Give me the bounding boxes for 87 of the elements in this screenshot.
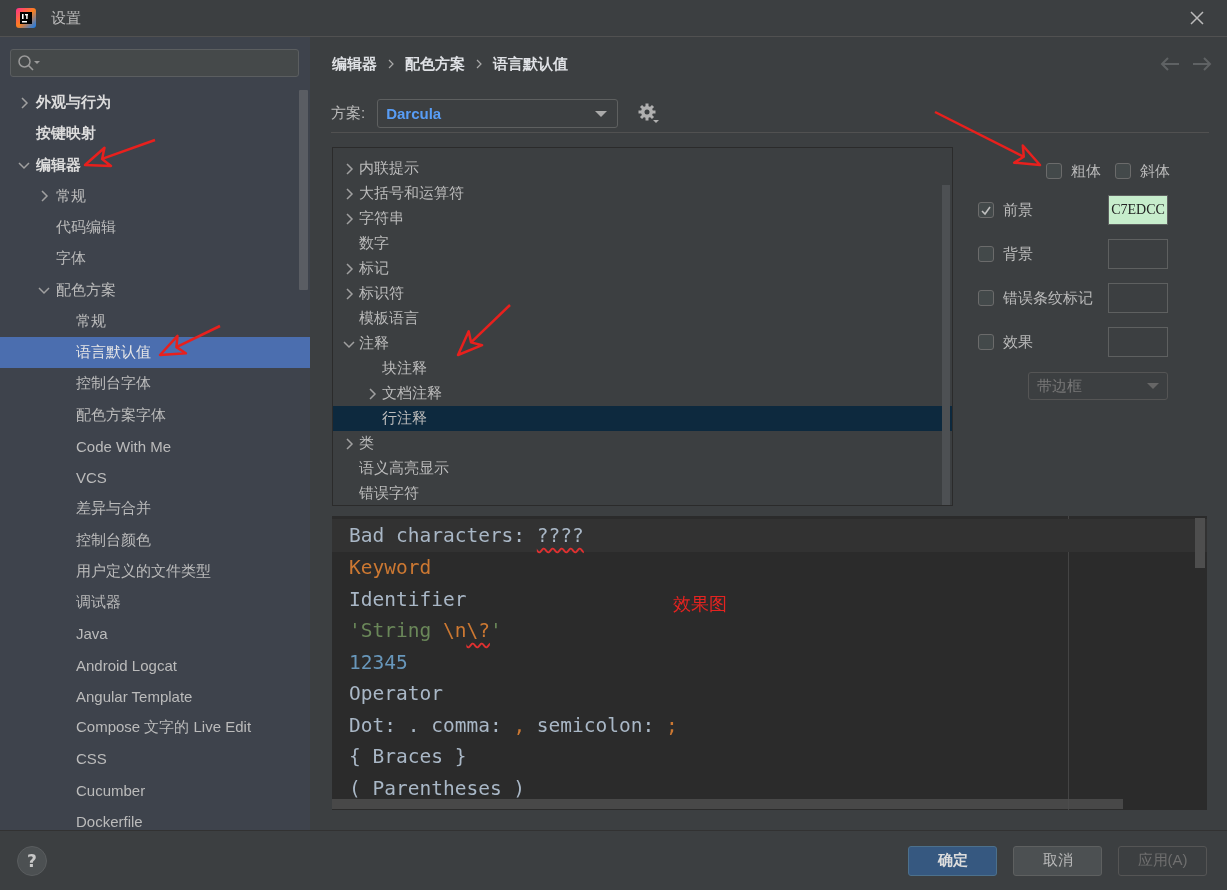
tree-item[interactable]: 文档注释 (333, 381, 952, 406)
tree-item[interactable]: 标识符 (333, 281, 952, 306)
annotation-arrow (158, 324, 221, 357)
code-line: { Braces } (348, 744, 467, 770)
settings-icon[interactable] (638, 102, 661, 125)
tree-item[interactable]: 标记 (333, 256, 952, 281)
code-line: Dot: . comma: , semicolon: ; (348, 712, 678, 739)
caret-icon (1147, 382, 1159, 390)
tree-item[interactable]: 大括号和运算符 (333, 181, 952, 206)
code-line: Identifier (348, 586, 467, 613)
tree-item[interactable]: 代码编辑 (0, 212, 310, 244)
tree-item[interactable]: Compose 文字的 Live Edit (0, 712, 310, 744)
annotation-arrow (456, 304, 511, 357)
tree-item[interactable]: VCS (0, 462, 310, 494)
checkbox-label: 前景 (1003, 200, 1033, 220)
tree-item[interactable]: 注释 (333, 331, 952, 356)
tree-item[interactable]: 块注释 (333, 356, 952, 381)
search-icon (17, 54, 41, 72)
scheme-dropdown[interactable]: Darcula (377, 99, 619, 128)
checkbox[interactable] (978, 334, 994, 350)
color-swatch[interactable] (1108, 327, 1168, 357)
annotation-text: 效果图 (673, 592, 727, 616)
scrollbar-thumb[interactable] (942, 185, 950, 505)
color-swatch[interactable]: C7EDCC (1108, 195, 1168, 225)
tree-item[interactable]: 类 (333, 431, 952, 456)
tree-item[interactable]: 控制台字体 (0, 368, 310, 400)
code-line: 'String \n\?' (348, 618, 502, 644)
scrollbar-thumb[interactable] (1195, 518, 1205, 568)
tree-item[interactable]: 按键映射 (0, 118, 310, 150)
checkbox[interactable] (1115, 163, 1131, 179)
chevron-right-icon (475, 59, 483, 69)
tree-item[interactable]: 数字 (333, 231, 952, 256)
checkbox-label: 粗体 (1071, 161, 1101, 181)
tree-item[interactable]: Code With Me (0, 430, 310, 462)
tree-item[interactable]: 配色方案 (0, 274, 310, 306)
help-button[interactable]: ? (17, 845, 47, 876)
tree-item[interactable]: 控制台颜色 (0, 524, 310, 556)
checkbox-label: 效果 (1003, 332, 1033, 352)
tree-item[interactable]: 语言默认值 (0, 337, 310, 369)
tree-item[interactable]: Dockerfile (0, 805, 310, 830)
checkbox[interactable] (978, 246, 994, 262)
tree-item[interactable]: 编辑器 (0, 149, 310, 181)
tree-item[interactable]: 语义高亮显示 (333, 456, 952, 481)
tree-item[interactable]: 字符串 (333, 206, 952, 231)
dialog-button[interactable]: 取消 (1013, 845, 1102, 876)
app-logo-icon (15, 7, 37, 29)
tree-item[interactable]: 常规 (0, 305, 310, 337)
search-field[interactable] (10, 49, 299, 77)
close-icon[interactable] (1189, 10, 1205, 26)
breadcrumb-item[interactable]: 编辑器 (332, 54, 377, 74)
color-swatch[interactable] (1108, 239, 1168, 269)
tree-item[interactable]: Cucumber (0, 774, 310, 806)
code-line: ( Parentheses ) (348, 775, 526, 802)
tree-item[interactable]: 模板语言 (333, 306, 952, 331)
checkbox-label: 背景 (1003, 244, 1033, 264)
tree-item[interactable]: CSS (0, 743, 310, 775)
caret-icon (595, 109, 608, 118)
scrollbar-thumb[interactable] (299, 90, 308, 290)
tree-item[interactable]: 差异与合并 (0, 493, 310, 525)
tree-item[interactable]: 字体 (0, 243, 310, 275)
dialog-button[interactable]: 确定 (908, 845, 997, 876)
color-swatch[interactable] (1108, 283, 1168, 313)
tree-item[interactable]: Java (0, 618, 310, 650)
scrollbar-thumb[interactable] (332, 799, 1123, 809)
tree-item[interactable]: 常规 (0, 180, 310, 212)
tree-item[interactable]: Android Logcat (0, 649, 310, 681)
tree-item[interactable]: 外观与行为 (0, 87, 310, 119)
tree-item[interactable]: 配色方案字体 (0, 399, 310, 431)
checkbox-label: 错误条纹标记 (1003, 288, 1093, 308)
checkbox[interactable] (978, 202, 994, 218)
tree-item[interactable]: 行注释 (333, 406, 952, 431)
checkbox[interactable] (1046, 163, 1062, 179)
window-title: 设置 (51, 8, 82, 28)
tree-item[interactable]: 用户定义的文件类型 (0, 555, 310, 587)
checkbox-label: 斜体 (1140, 161, 1170, 181)
tree-item[interactable]: 内联提示 (333, 156, 952, 181)
scheme-label: 方案: (331, 104, 366, 123)
code-line: Operator (348, 681, 443, 707)
code-line: Keyword (348, 555, 432, 581)
breadcrumb-item[interactable]: 配色方案 (405, 54, 465, 74)
tree-item[interactable]: Angular Template (0, 680, 310, 712)
chevron-right-icon (387, 59, 395, 69)
tree-item[interactable]: 调试器 (0, 587, 310, 619)
code-line: 12345 (348, 649, 408, 676)
tree-item[interactable]: 错误字符 (333, 481, 952, 505)
breadcrumb-item[interactable]: 语言默认值 (493, 54, 568, 74)
checkbox[interactable] (978, 290, 994, 306)
